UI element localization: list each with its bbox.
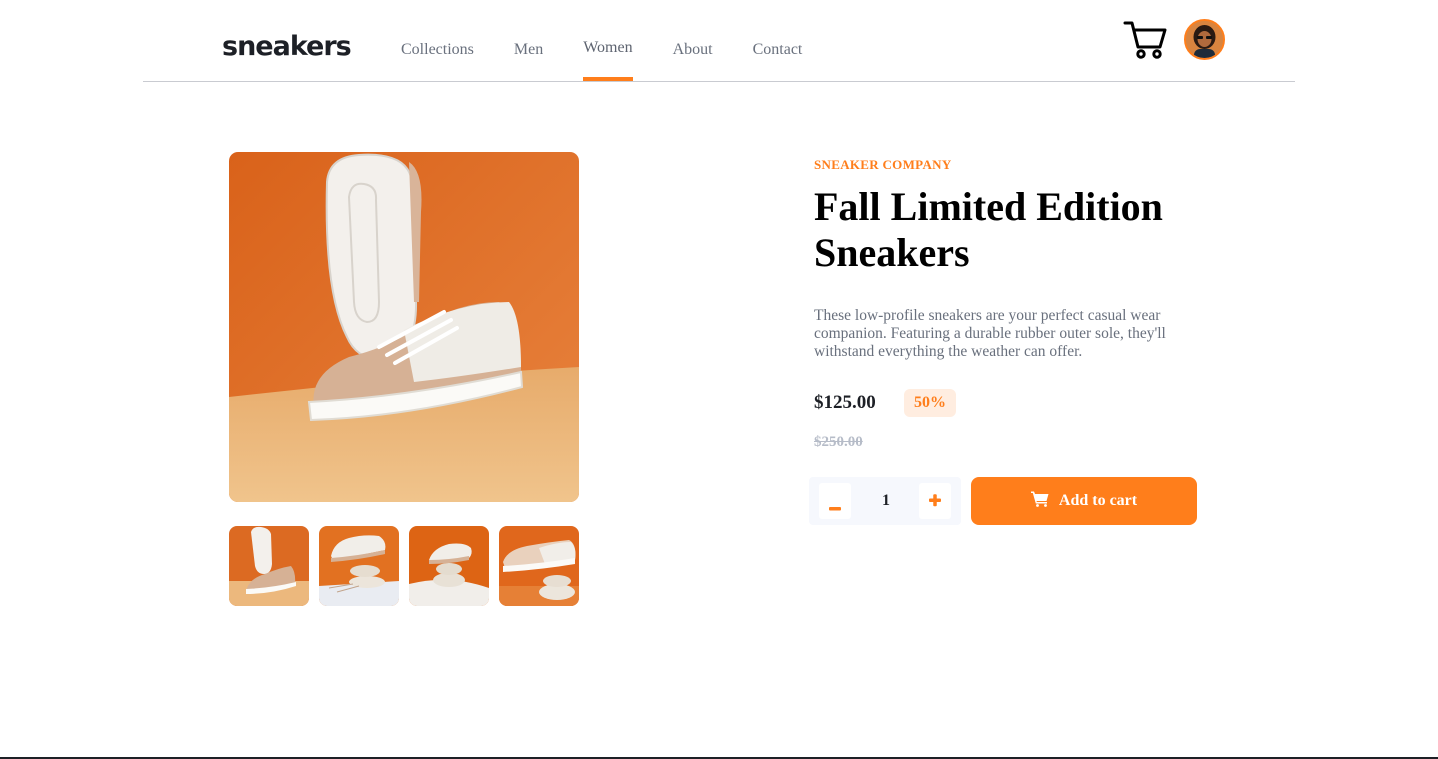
- site-header: sneakers Collections Men Women About Con…: [143, 0, 1295, 82]
- user-avatar[interactable]: [1184, 19, 1225, 60]
- increase-quantity-button[interactable]: [919, 483, 951, 519]
- cart-icon[interactable]: [1123, 19, 1167, 61]
- nav-women[interactable]: Women: [583, 0, 633, 82]
- original-price: $250.00: [814, 434, 863, 450]
- logo[interactable]: sneakers: [222, 33, 352, 60]
- plus-icon: [929, 494, 941, 507]
- minus-icon: [829, 507, 841, 511]
- decrease-quantity-button[interactable]: [819, 483, 851, 519]
- nav-about[interactable]: About: [673, 0, 713, 82]
- quantity-input[interactable]: [861, 477, 911, 525]
- add-to-cart-button[interactable]: Add to cart: [971, 477, 1197, 525]
- nav-collections[interactable]: Collections: [401, 0, 474, 82]
- current-price: $125.00: [814, 392, 876, 413]
- nav-contact[interactable]: Contact: [753, 0, 803, 82]
- add-to-cart-label: Add to cart: [1058, 492, 1138, 509]
- product-title: Fall Limited Edition Sneakers: [814, 184, 1163, 275]
- thumbnail-2[interactable]: [319, 526, 399, 606]
- nav-men[interactable]: Men: [514, 0, 543, 82]
- product-main-image[interactable]: [229, 152, 579, 502]
- thumbnail-4[interactable]: [499, 526, 579, 606]
- discount-badge: 50%: [904, 389, 956, 417]
- company-label: SNEAKER COMPANY: [814, 157, 952, 172]
- thumbnail-1[interactable]: [229, 526, 309, 606]
- thumbnail-3[interactable]: [409, 526, 489, 606]
- main-nav: Collections Men Women About Contact: [401, 0, 842, 82]
- cart-icon: [1030, 491, 1049, 512]
- product-description: These low-profile sneakers are your perf…: [814, 307, 1166, 360]
- thumbnail-strip: [229, 526, 579, 606]
- quantity-stepper: [809, 477, 961, 525]
